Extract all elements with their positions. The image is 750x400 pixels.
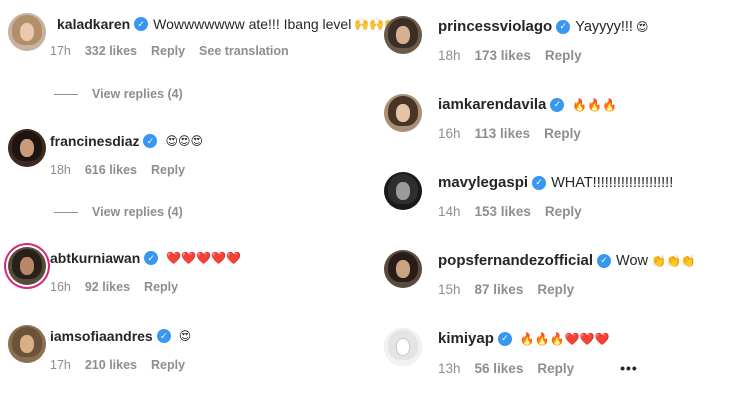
view-replies-button[interactable]: View replies (4) xyxy=(54,87,183,101)
verified-badge-icon: ✓ xyxy=(144,251,159,265)
comment-username[interactable]: princessviolago xyxy=(438,18,552,35)
comment-timestamp[interactable]: 14h xyxy=(438,204,461,219)
comment-username[interactable]: kimiyap xyxy=(438,330,494,347)
avatar[interactable] xyxy=(8,129,46,167)
comment-username[interactable]: kaladkaren xyxy=(57,16,130,32)
comment-likes[interactable]: 153 likes xyxy=(475,204,531,219)
comment-emoji: 👏👏👏 xyxy=(651,253,696,268)
comment-text: Yayyyy!!! xyxy=(575,18,633,35)
comment-timestamp[interactable]: 13h xyxy=(438,361,461,376)
comment-timestamp[interactable]: 15h xyxy=(438,282,461,297)
verified-badge-icon: ✓ xyxy=(156,329,171,343)
more-options-icon[interactable]: ••• xyxy=(620,360,638,376)
reply-button[interactable]: Reply xyxy=(151,44,185,58)
comment-text: Wowwwwwww ate!!! Ibang level xyxy=(153,16,352,32)
reply-button[interactable]: Reply xyxy=(545,204,582,219)
reply-button[interactable]: Reply xyxy=(544,126,581,141)
comment-username[interactable]: mavylegaspi xyxy=(438,174,528,191)
comment-likes[interactable]: 87 likes xyxy=(475,282,524,297)
comment-text: WHAT!!!!!!!!!!!!!!!!!!!! xyxy=(551,174,674,191)
comment-timestamp[interactable]: 17h xyxy=(50,358,71,372)
reply-button[interactable]: Reply xyxy=(144,280,178,294)
comment-likes[interactable]: 173 likes xyxy=(475,48,531,63)
view-replies-label: View replies (4) xyxy=(92,87,183,101)
comment-emoji: 😍 xyxy=(635,19,649,34)
reply-button[interactable]: Reply xyxy=(537,282,574,297)
avatar[interactable] xyxy=(8,247,46,285)
avatar[interactable] xyxy=(384,250,422,288)
avatar[interactable] xyxy=(384,172,422,210)
verified-badge-icon: ✓ xyxy=(556,19,571,34)
comment-likes[interactable]: 113 likes xyxy=(475,126,531,141)
view-replies-button[interactable]: View replies (4) xyxy=(54,205,183,219)
verified-badge-icon: ✓ xyxy=(597,253,612,268)
comment-timestamp[interactable]: 18h xyxy=(438,48,461,63)
avatar[interactable] xyxy=(8,325,46,363)
comment-timestamp[interactable]: 18h xyxy=(50,163,71,177)
see-translation-button[interactable]: See translation xyxy=(199,44,289,58)
divider xyxy=(54,211,78,213)
comment-emoji: ❤️❤️❤️❤️❤️ xyxy=(166,251,241,265)
avatar[interactable] xyxy=(8,13,46,51)
comment-emoji: 🔥🔥🔥❤️❤️❤️ xyxy=(519,331,610,346)
avatar[interactable] xyxy=(384,94,422,132)
comment-emoji: 😍 xyxy=(178,329,192,343)
comment-username[interactable]: iamsofiaandres xyxy=(50,328,153,344)
comment-username[interactable]: iamkarendavila xyxy=(438,96,546,113)
verified-badge-icon: ✓ xyxy=(497,331,512,346)
comment-emoji: 🔥🔥🔥 xyxy=(572,97,618,112)
comment-username[interactable]: popsfernandezofficial xyxy=(438,252,593,269)
reply-button[interactable]: Reply xyxy=(151,163,185,177)
avatar[interactable] xyxy=(384,16,422,54)
comment-username[interactable]: francinesdiaz xyxy=(50,133,139,149)
avatar[interactable] xyxy=(384,328,422,366)
verified-badge-icon: ✓ xyxy=(550,97,565,112)
comment-text: Wow xyxy=(616,252,648,269)
reply-button[interactable]: Reply xyxy=(545,48,582,63)
verified-badge-icon: ✓ xyxy=(143,134,158,148)
comment-likes[interactable]: 210 likes xyxy=(85,358,137,372)
verified-badge-icon: ✓ xyxy=(134,17,149,31)
view-replies-label: View replies (4) xyxy=(92,205,183,219)
comment-emoji: 😍😍😍 xyxy=(165,134,204,148)
reply-button[interactable]: Reply xyxy=(537,361,574,376)
comment-likes[interactable]: 332 likes xyxy=(85,44,137,58)
divider xyxy=(54,93,78,95)
verified-badge-icon: ✓ xyxy=(532,175,547,190)
reply-button[interactable]: Reply xyxy=(151,358,185,372)
comment-likes[interactable]: 616 likes xyxy=(85,163,137,177)
comment-timestamp[interactable]: 16h xyxy=(438,126,461,141)
comment-timestamp[interactable]: 16h xyxy=(50,280,71,294)
comment-timestamp[interactable]: 17h xyxy=(50,44,71,58)
comment-likes[interactable]: 92 likes xyxy=(85,280,130,294)
comment-username[interactable]: abtkurniawan xyxy=(50,250,140,266)
comment-likes[interactable]: 56 likes xyxy=(475,361,524,376)
